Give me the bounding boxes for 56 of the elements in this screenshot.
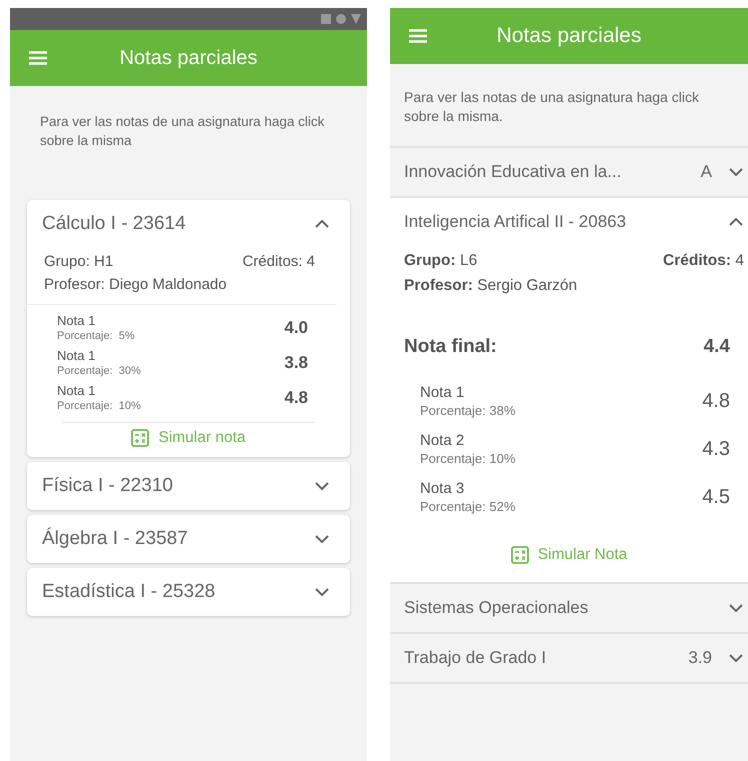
subject-title[interactable]: Inteligencia Artifical II - 20863 bbox=[404, 212, 718, 232]
subject-title[interactable]: Álgebra I - 23587 bbox=[42, 528, 304, 550]
calculator-icon bbox=[131, 429, 150, 447]
percentage-text: Porcentaje: 5% bbox=[57, 330, 135, 342]
square-icon bbox=[321, 14, 331, 24]
credits-text: Créditos: 4 bbox=[663, 251, 744, 271]
grade-label: Nota 2 bbox=[420, 432, 466, 449]
subject-card[interactable]: Estadística I - 25328 bbox=[27, 568, 350, 616]
final-grade-label: Nota final: bbox=[404, 336, 497, 358]
grade-label: Nota 3 bbox=[420, 480, 466, 497]
professor-text: Profesor: Sergio Garzón bbox=[404, 276, 578, 296]
chevron-up-icon[interactable] bbox=[314, 219, 330, 229]
chevron-down-icon[interactable] bbox=[314, 481, 330, 491]
grade-value: 4.8 bbox=[284, 388, 308, 408]
grade-value: 4.3 bbox=[702, 438, 730, 460]
chevron-down-icon[interactable] bbox=[314, 587, 330, 597]
circle-icon bbox=[336, 14, 346, 24]
chevron-up-icon[interactable] bbox=[728, 217, 744, 227]
chevron-down-icon[interactable] bbox=[728, 653, 744, 663]
percentage-text: Porcentaje: 10% bbox=[57, 400, 141, 412]
grade-value: 4.5 bbox=[702, 486, 730, 508]
subject-title[interactable]: Cálculo I - 23614 bbox=[42, 213, 304, 235]
group-text: Grupo: H1 bbox=[44, 252, 114, 272]
calculator-icon bbox=[510, 546, 529, 564]
subject-title[interactable]: Estadística I - 25328 bbox=[42, 581, 304, 603]
grade-label: Nota 1 bbox=[57, 348, 96, 363]
subject-grade: A bbox=[700, 162, 712, 182]
percentage-text: Porcentaje: 30% bbox=[57, 365, 141, 377]
grade-value: 4.0 bbox=[284, 318, 308, 338]
triangle-icon bbox=[351, 14, 361, 24]
grade-value: 4.8 bbox=[702, 390, 730, 412]
percentage-text: Porcentaje: 52% bbox=[420, 499, 516, 514]
instructions-text: Para ver las notas de una asignatura haga click sobre la misma bbox=[39, 113, 326, 150]
chevron-down-icon[interactable] bbox=[314, 534, 330, 544]
grade-label: Nota 1 bbox=[57, 313, 96, 328]
chevron-down-icon[interactable] bbox=[728, 167, 744, 177]
subject-title[interactable]: Trabajo de Grado I bbox=[404, 648, 678, 668]
group-text: Grupo: L6 bbox=[404, 251, 478, 271]
subject-title[interactable]: Sistemas Operacionales bbox=[404, 598, 718, 618]
subject-card[interactable]: Física I - 22310 bbox=[27, 462, 350, 510]
percentage-text: Porcentaje: 10% bbox=[420, 451, 516, 466]
percentage-text: Porcentaje: 38% bbox=[420, 403, 516, 418]
app-title: Notas parciales bbox=[496, 24, 642, 48]
credits-text: Créditos: 4 bbox=[242, 252, 315, 272]
professor-text: Profesor: Diego Maldonado bbox=[44, 275, 227, 295]
final-grade-value: 4.4 bbox=[704, 336, 730, 358]
subject-title[interactable]: Innovación Educativa en la... bbox=[404, 162, 691, 182]
app-title: Notas parciales bbox=[118, 46, 258, 70]
subject-grade: 3.9 bbox=[688, 648, 712, 668]
grade-label: Nota 1 bbox=[420, 384, 466, 401]
grade-label: Nota 1 bbox=[57, 383, 96, 398]
subject-card[interactable]: Álgebra I - 23587 bbox=[27, 515, 350, 563]
grade-value: 3.8 bbox=[284, 352, 308, 372]
subject-title[interactable]: Física I - 22310 bbox=[42, 475, 304, 497]
subject-card[interactable]: Cálculo I - 23614 Grupo: H1 Créditos: 4 Profesor: Diego Maldonado Nota 1 Porcentaje: 5% 4.0 Nota 1 Porcentaje: 30% 3.8 Nota 1 Porcentaje: 10% 4.8 Simular nota bbox=[27, 200, 350, 457]
chevron-down-icon[interactable] bbox=[728, 603, 744, 613]
